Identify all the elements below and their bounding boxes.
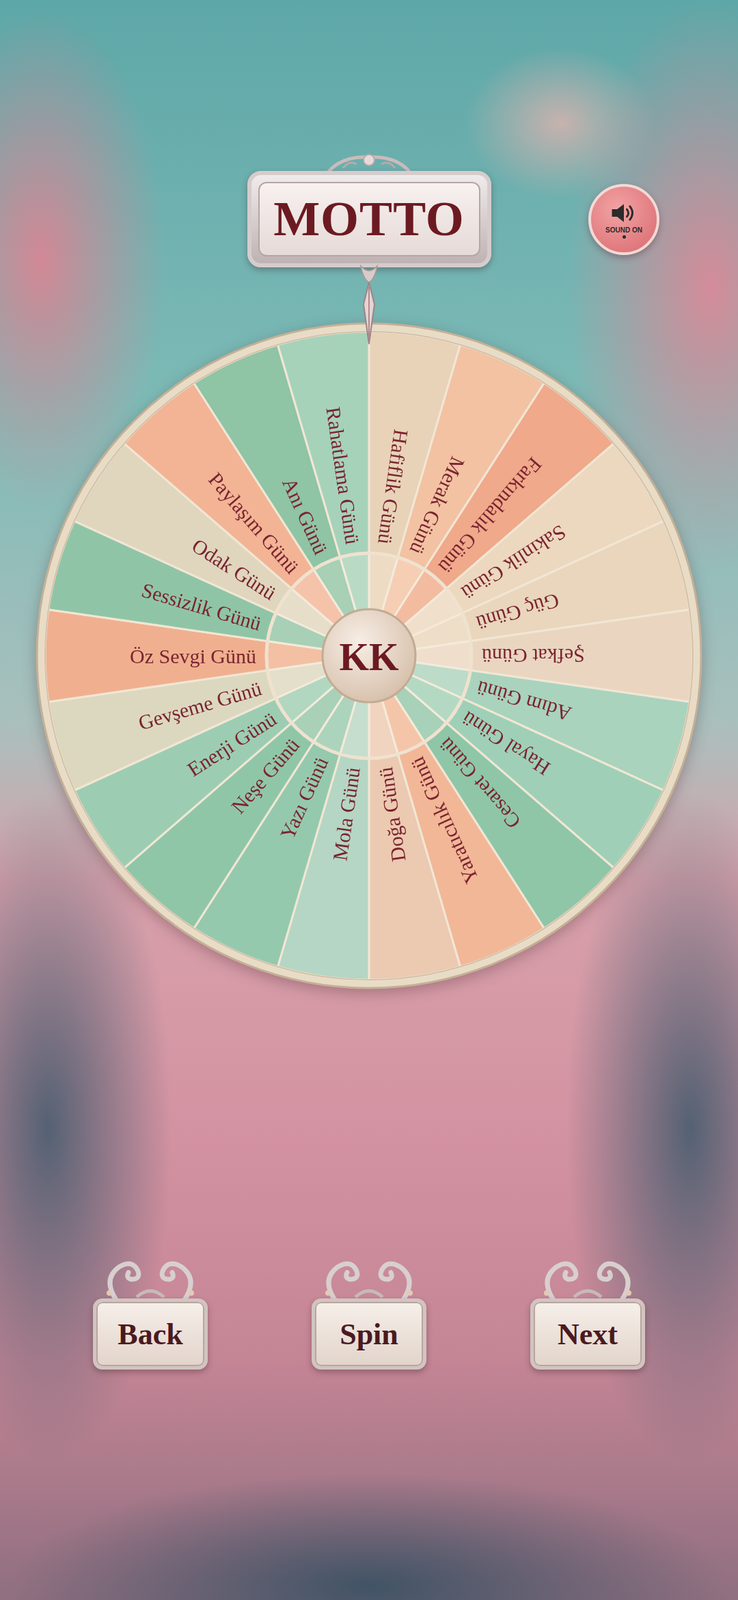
motto-screen: SOUND ON MOTTO Hafiflik GünüMerak GünüFark…: [0, 0, 738, 1599]
button-label: Spin: [339, 1316, 399, 1351]
segment-label: Hafiflik Günü: [373, 427, 413, 546]
scroll-ornament-icon: [88, 1251, 212, 1301]
segment-label: Adım Günü: [474, 676, 574, 726]
next-button[interactable]: Next: [526, 1251, 650, 1369]
segment-label: Anı Günü: [278, 474, 333, 558]
scroll-ornament-icon: [526, 1251, 650, 1301]
segment-label: Güç Günü: [474, 589, 562, 635]
wheel-rim: [36, 323, 702, 988]
hub-text: KK: [338, 635, 400, 678]
title-plaque: MOTTO: [247, 170, 492, 268]
sound-state-dot: [622, 235, 626, 239]
button-label: Back: [117, 1316, 183, 1351]
inner-ring: [266, 552, 472, 758]
scroll-ornament-icon: [307, 1251, 431, 1301]
motto-header: MOTTO: [247, 153, 492, 268]
segment-label: Öz Sevgi Günü: [129, 644, 257, 667]
button-row: Back Spin Next: [88, 1251, 650, 1369]
speaker-icon: [608, 200, 639, 225]
back-button[interactable]: Back: [88, 1251, 212, 1369]
spin-wheel[interactable]: Hafiflik GünüMerak GünüFarkındalık GünüS…: [34, 320, 704, 991]
segment-label: Gevşeme Günü: [135, 676, 265, 734]
segment-label: Şefkat Günü: [481, 644, 585, 667]
pointer-icon: [355, 263, 383, 346]
spin-button[interactable]: Spin: [307, 1251, 431, 1369]
segment-label: Enerji Günü: [183, 706, 281, 780]
sound-label: SOUND ON: [605, 226, 643, 234]
segment-label: Mola Günü: [328, 765, 365, 862]
wheel-hub[interactable]: [322, 608, 416, 702]
sound-button[interactable]: SOUND ON: [588, 183, 660, 255]
segment-label: Yaratıcılık Günü: [405, 753, 484, 887]
title-text: MOTTO: [273, 192, 465, 246]
wheel-graphic: Hafiflik GünüMerak GünüFarkındalık GünüS…: [34, 320, 704, 991]
segment-label: Rahatlama Günü: [321, 405, 364, 546]
segment-label: Doğa Günü: [373, 765, 410, 863]
button-label: Next: [557, 1316, 618, 1351]
